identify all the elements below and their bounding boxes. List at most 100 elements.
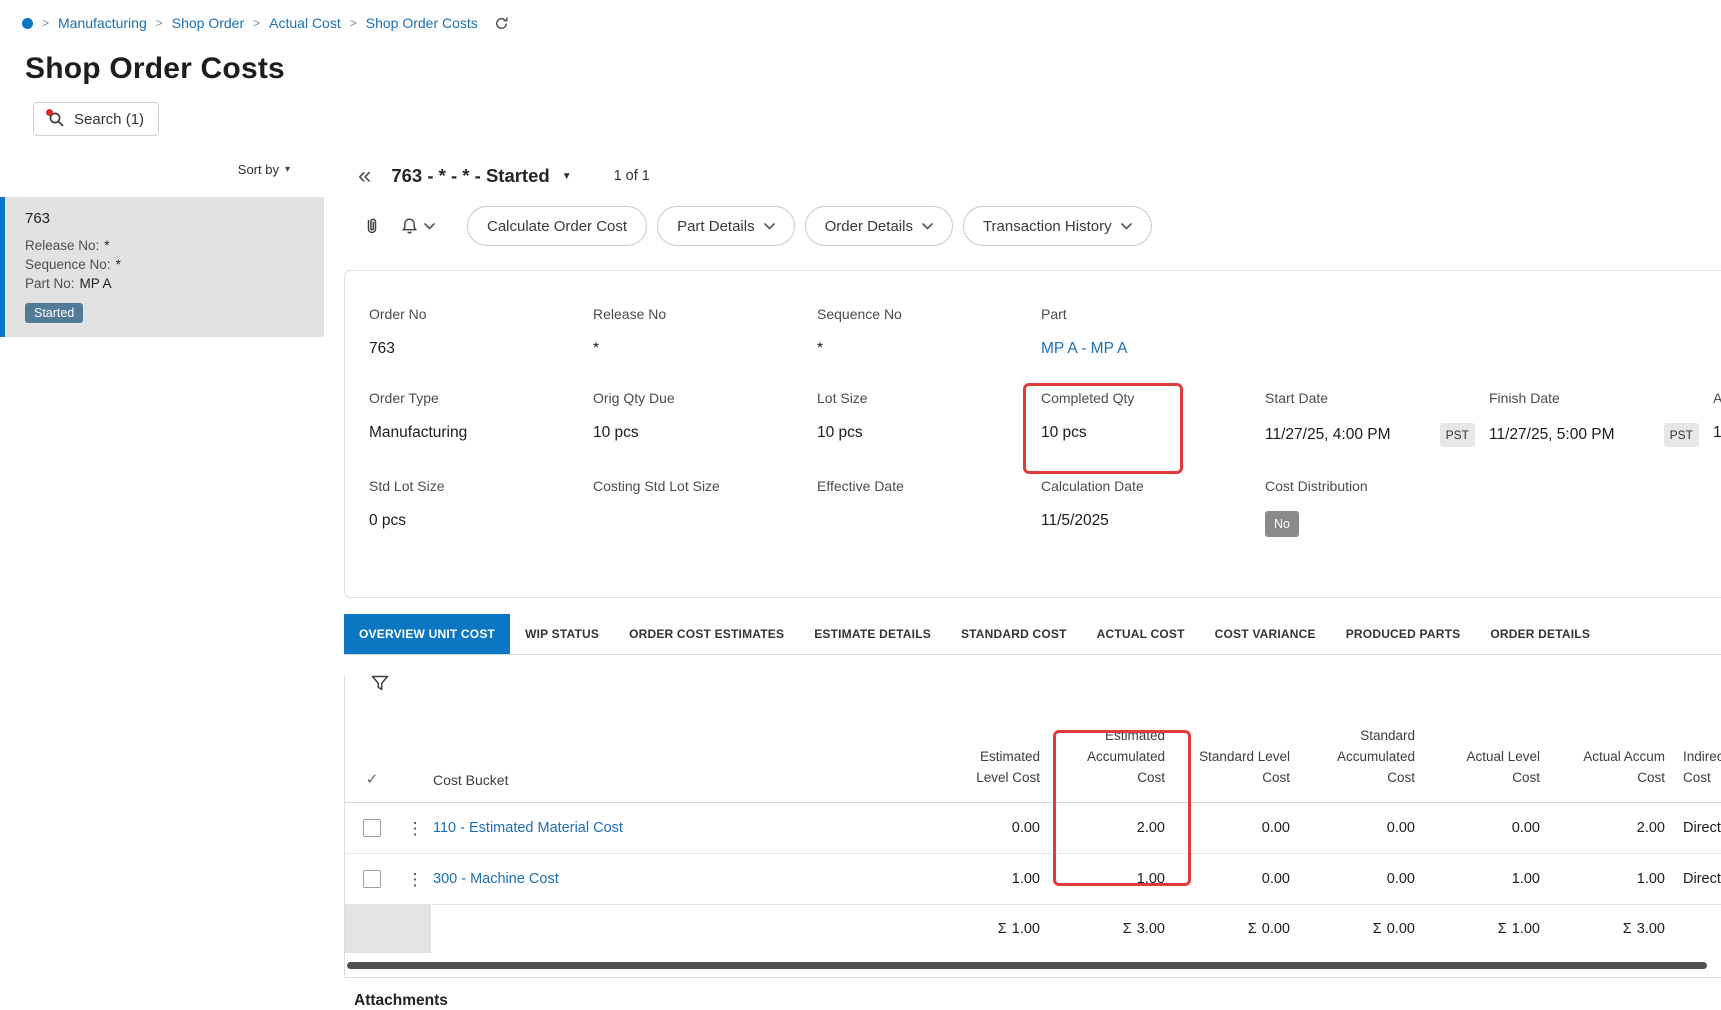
home-icon[interactable] xyxy=(22,17,33,29)
chevron-down-icon xyxy=(763,222,775,230)
record-pagination: 1 of 1 xyxy=(613,168,650,184)
field-row-1: Order No 763 Release No * Sequence No * … xyxy=(369,305,1721,359)
search-icon xyxy=(46,108,65,128)
field-calculation-date: Calculation Date 11/5/2025 xyxy=(1041,478,1144,529)
refresh-icon[interactable] xyxy=(492,14,511,33)
cell-standard-level-cost: 0.00 xyxy=(1261,820,1290,836)
list-item-part-no: Part No: MP A xyxy=(25,276,112,291)
row-checkbox[interactable] xyxy=(363,819,381,837)
field-release-no: Release No * xyxy=(593,306,667,357)
search-row: Search (1) xyxy=(33,102,1721,136)
tab-estimate-details[interactable]: ESTIMATE DETAILS xyxy=(799,614,946,654)
total-actual-accum-cost: Σ 3.00 xyxy=(1622,921,1665,937)
breadcrumb-link-shop-order[interactable]: Shop Order xyxy=(172,15,244,31)
column-header-actual-accum-cost[interactable]: Actual Accum Cost xyxy=(1540,746,1665,788)
sort-by-label: Sort by xyxy=(237,162,279,177)
cost-bucket-link[interactable]: 300 - Machine Cost xyxy=(433,871,559,887)
cell-actual-accum-cost: 1.00 xyxy=(1636,871,1665,887)
chevron-down-icon xyxy=(922,222,933,230)
transaction-history-button[interactable]: Transaction History xyxy=(962,206,1152,246)
sigma-icon: Σ xyxy=(997,921,1007,937)
row-checkbox[interactable] xyxy=(363,870,381,888)
cell-estimated-accumulated-cost: 2.00 xyxy=(1136,820,1165,836)
attachments-title: Attachments xyxy=(354,992,448,1009)
cell-estimated-level-cost: 1.00 xyxy=(1011,871,1040,887)
cell-standard-accumulated-cost: 0.00 xyxy=(1386,820,1415,836)
sigma-icon: Σ xyxy=(1372,921,1382,937)
attachments-section: Attachments xyxy=(344,992,1701,1010)
list-item-selected[interactable]: 763 Release No: * Sequence No: * Part No: M… xyxy=(0,197,324,337)
field-order-no: Order No 763 xyxy=(369,306,427,357)
tab-actual-cost[interactable]: ACTUAL COST xyxy=(1082,614,1200,654)
table-header-row: ✓ Cost Bucket Estimated Level Cost Estim… xyxy=(345,703,1721,803)
tab-wip-status[interactable]: WIP STATUS xyxy=(510,614,614,654)
search-button[interactable]: Search (1) xyxy=(33,102,160,136)
attachment-button[interactable] xyxy=(358,212,386,240)
chevron-down-icon xyxy=(1120,222,1132,230)
cell-estimated-accumulated-cost: 1.00 xyxy=(1136,871,1165,887)
column-header-estimated-accumulated-cost[interactable]: Estimated Accumulated Cost xyxy=(1040,725,1165,788)
field-costing-std-lot-size: Costing Std Lot Size xyxy=(593,478,720,494)
timezone-badge: PST xyxy=(1439,423,1475,447)
breadcrumb-separator: > xyxy=(42,16,50,30)
collapse-panel-button[interactable]: « xyxy=(358,164,371,188)
chevron-down-icon xyxy=(424,222,435,230)
field-row-3: Std Lot Size 0 pcs Costing Std Lot Size … xyxy=(369,477,1721,537)
sigma-icon: Σ xyxy=(1247,921,1257,937)
cell-actual-level-cost: 0.00 xyxy=(1511,820,1540,836)
field-lot-size: Lot Size 10 pcs xyxy=(817,390,868,441)
field-std-lot-size: Std Lot Size 0 pcs xyxy=(369,478,445,529)
notifications-button[interactable] xyxy=(396,213,439,240)
tab-standard-cost[interactable]: STANDARD COST xyxy=(946,614,1082,654)
tab-overview-unit-cost[interactable]: OVERVIEW UNIT COST xyxy=(344,614,511,654)
breadcrumb-separator: > xyxy=(349,16,357,30)
breadcrumb-link-actual-cost[interactable]: Actual Cost xyxy=(269,15,341,31)
order-details-button[interactable]: Order Details xyxy=(804,206,953,246)
breadcrumb-link-shop-order-costs[interactable]: Shop Order Costs xyxy=(366,15,478,31)
total-actual-level-cost: Σ 1.00 xyxy=(1497,921,1540,937)
total-estimated-accumulated-cost: Σ 3.00 xyxy=(1122,921,1165,937)
cost-bucket-link[interactable]: 110 - Estimated Material Cost xyxy=(433,820,623,836)
breadcrumb-link-manufacturing[interactable]: Manufacturing xyxy=(58,15,147,31)
chevron-down-icon: ▼ xyxy=(561,170,572,182)
paperclip-icon xyxy=(367,218,377,234)
select-all-check-icon[interactable]: ✓ xyxy=(366,770,379,788)
tab-cost-variance[interactable]: COST VARIANCE xyxy=(1200,614,1331,654)
table-row: ⋮ 110 - Estimated Material Cost 0.00 2.0… xyxy=(345,803,1721,854)
sigma-icon: Σ xyxy=(1622,921,1632,937)
kebab-menu-icon[interactable]: ⋮ xyxy=(407,820,424,837)
horizontal-scrollbar xyxy=(347,962,1715,969)
page: { "colors":{ "accent":"#0b76c2", "link":… xyxy=(0,0,1721,1009)
record-title-dropdown[interactable]: 763 - * - * - Started ▼ xyxy=(391,165,571,187)
chevron-down-icon: ▾ xyxy=(284,164,290,175)
filter-active-dot xyxy=(46,108,53,116)
tab-produced-parts[interactable]: PRODUCED PARTS xyxy=(1331,614,1476,654)
content: Sort by ▾ 763 Release No: * Sequence No: *… xyxy=(0,150,1721,1010)
field-sequence-no: Sequence No * xyxy=(817,306,902,357)
field-cost-distribution: Cost Distribution No xyxy=(1265,477,1489,537)
field-completed-qty: Completed Qty 10 pcs xyxy=(1041,390,1135,441)
column-header-standard-accumulated-cost[interactable]: Standard Accumulated Cost xyxy=(1290,725,1415,788)
column-header-indirect-cost[interactable]: Indirect Cost xyxy=(1665,746,1721,788)
tab-order-details[interactable]: ORDER DETAILS xyxy=(1475,614,1605,654)
page-title: Shop Order Costs xyxy=(25,52,285,85)
breadcrumb-bar: > Manufacturing > Shop Order > Actual Co… xyxy=(0,0,1721,46)
column-header-cost-bucket[interactable]: Cost Bucket xyxy=(431,772,915,788)
column-header-standard-level-cost[interactable]: Standard Level Cost xyxy=(1165,746,1290,788)
bell-icon xyxy=(401,217,418,233)
horizontal-scrollbar-thumb[interactable] xyxy=(347,962,1707,969)
filter-button[interactable] xyxy=(371,675,389,695)
breadcrumb-separator: > xyxy=(253,16,261,30)
cell-standard-accumulated-cost: 0.00 xyxy=(1386,871,1415,887)
total-standard-level-cost: Σ 0.00 xyxy=(1247,921,1290,937)
column-header-estimated-level-cost[interactable]: Estimated Level Cost xyxy=(915,746,1040,788)
part-details-button[interactable]: Part Details xyxy=(657,206,795,246)
kebab-menu-icon[interactable]: ⋮ xyxy=(407,871,424,888)
part-link[interactable]: MP A - MP A xyxy=(1041,340,1127,357)
calculate-order-cost-button[interactable]: Calculate Order Cost xyxy=(467,206,648,246)
total-estimated-level-cost: Σ 1.00 xyxy=(997,921,1040,937)
sort-by-control[interactable]: Sort by ▾ xyxy=(0,162,324,177)
cell-standard-level-cost: 0.00 xyxy=(1261,871,1290,887)
tab-order-cost-estimates[interactable]: ORDER COST ESTIMATES xyxy=(614,614,799,654)
column-header-actual-level-cost[interactable]: Actual Level Cost xyxy=(1415,746,1540,788)
